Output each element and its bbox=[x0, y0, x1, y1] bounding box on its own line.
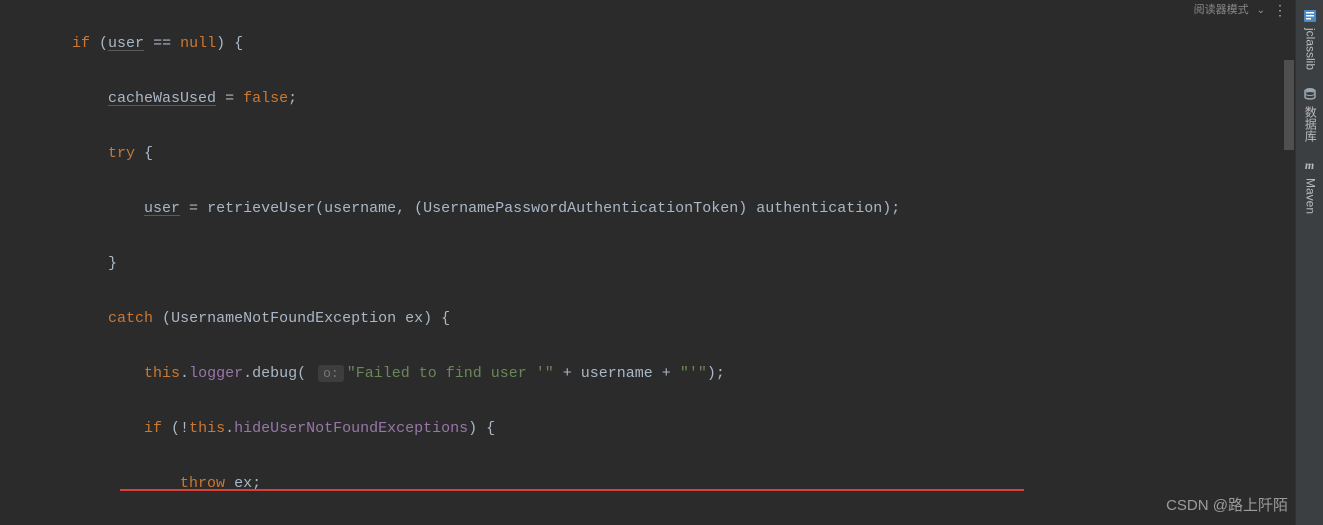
exception-var: ex bbox=[405, 310, 423, 327]
variable-user: user bbox=[108, 35, 144, 52]
top-toolbar: 阅读器模式 ⌄ ⋮ bbox=[1186, 0, 1295, 22]
field-hide: hideUserNotFoundExceptions bbox=[234, 420, 468, 437]
sidebar-tab-label: Maven bbox=[1296, 178, 1323, 214]
chevron-down-icon[interactable]: ⌄ bbox=[1257, 0, 1265, 25]
method-debug: debug bbox=[252, 365, 297, 382]
exception-type: UsernameNotFoundException bbox=[171, 310, 396, 327]
code-content: if (user == null) { cacheWasUsed = false… bbox=[0, 0, 1295, 525]
param-hint-o: o: bbox=[318, 365, 344, 382]
keyword-catch: catch bbox=[108, 310, 153, 327]
maven-icon: m bbox=[1302, 158, 1318, 174]
param-username: username bbox=[324, 200, 396, 217]
param-authentication: authentication bbox=[756, 200, 882, 217]
sidebar-tab-jclasslib[interactable]: jclasslib bbox=[1292, 0, 1323, 78]
keyword-this: this bbox=[189, 420, 225, 437]
cast-upat: (UsernamePasswordAuthenticationToken) bbox=[414, 200, 747, 217]
sidebar-tab-database[interactable]: 数据库 bbox=[1292, 78, 1323, 150]
database-icon bbox=[1302, 86, 1318, 102]
keyword-if: if bbox=[72, 35, 90, 52]
sidebar-tab-label: 数据库 bbox=[1296, 106, 1323, 142]
string-quote: "'" bbox=[680, 365, 707, 382]
field-logger: logger bbox=[189, 365, 243, 382]
sidebar-tab-maven[interactable]: m Maven bbox=[1292, 150, 1323, 222]
plus-username: + username + bbox=[554, 365, 680, 382]
variable-user: user bbox=[144, 200, 180, 217]
watermark: CSDN @路上阡陌 bbox=[1166, 492, 1288, 520]
reader-mode-label: 阅读器模式 bbox=[1194, 0, 1249, 25]
sidebar-tab-label: jclasslib bbox=[1296, 28, 1323, 70]
keyword-if: if bbox=[144, 420, 162, 437]
keyword-null: null bbox=[180, 35, 216, 52]
keyword-false: false bbox=[243, 90, 288, 107]
jclasslib-icon bbox=[1302, 8, 1318, 24]
right-tool-sidebar: jclasslib 数据库 m Maven bbox=[1295, 0, 1323, 525]
highlight-underline bbox=[120, 489, 1024, 491]
variable-cacheWasUsed: cacheWasUsed bbox=[108, 90, 216, 107]
method-retrieveUser: retrieveUser bbox=[207, 200, 315, 217]
string-failed: "Failed to find user '" bbox=[347, 365, 554, 382]
keyword-try: try bbox=[108, 145, 135, 162]
code-editor[interactable]: if (user == null) { cacheWasUsed = false… bbox=[0, 0, 1295, 525]
keyword-this: this bbox=[144, 365, 180, 382]
